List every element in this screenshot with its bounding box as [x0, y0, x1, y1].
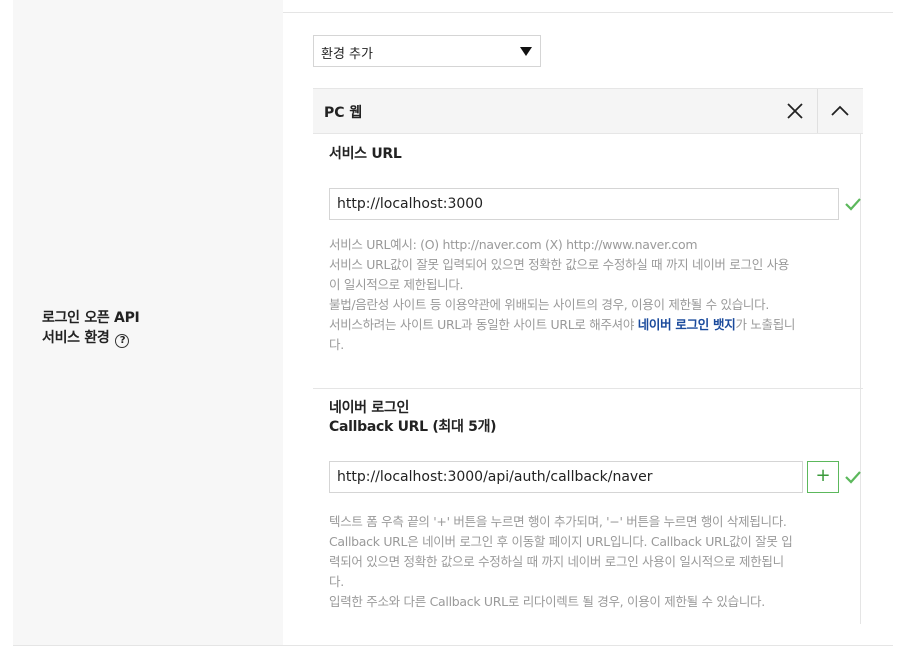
caret-down-icon — [520, 47, 532, 56]
pc-web-panel-header: PC 웹 — [313, 88, 863, 134]
header-separator — [817, 89, 818, 133]
help-line-part: 가 노출됩니 — [735, 317, 796, 332]
help-line: 텍스트 폼 우측 끝의 '+' 버튼을 누르면 행이 추가되며, '−' 버튼을… — [329, 514, 787, 529]
service-url-input[interactable] — [329, 188, 839, 220]
help-line: 다. — [329, 574, 344, 589]
add-callback-url-button[interactable]: + — [807, 461, 839, 493]
callback-url-help: 텍스트 폼 우측 끝의 '+' 버튼을 누르면 행이 추가되며, '−' 버튼을… — [329, 512, 839, 612]
panel-title: PC 웹 — [324, 105, 363, 121]
help-line: 서비스 URL값이 잘못 입력되어 있으면 정확한 값으로 수정하실 때 까지 … — [329, 257, 789, 272]
service-url-help: 서비스 URL예시: (O) http://naver.com (X) http… — [329, 235, 839, 355]
environment-select-value: 환경 추가 — [321, 47, 373, 62]
help-line: 서비스 URL예시: (O) http://naver.com (X) http… — [329, 237, 698, 252]
field-label-line2-wrap: 서비스 환경? — [42, 328, 139, 348]
help-line: 력되어 있으면 정확한 값으로 수정하실 때 까지 네이버 로그인 사용이 일시… — [329, 554, 784, 569]
callback-url-title-line2: Callback URL (최대 5개) — [329, 419, 497, 435]
bottom-divider — [13, 645, 893, 646]
naver-login-badge-link[interactable]: 네이버 로그인 뱃지 — [638, 317, 736, 332]
help-line: Callback URL은 네이버 로그인 후 이동할 페이지 URL입니다. … — [329, 534, 793, 549]
service-url-title: 서비스 URL — [329, 146, 402, 162]
label-column: 로그인 오픈 API 서비스 환경? — [13, 0, 283, 645]
help-line: 서비스하려는 사이트 URL과 동일한 사이트 URL로 해주셔야 네이버 로그… — [329, 315, 839, 335]
field-label: 로그인 오픈 API 서비스 환경? — [42, 308, 140, 348]
help-line: 불법/음란성 사이트 등 이용약관에 위배되는 사이트의 경우, 이용이 제한될… — [329, 297, 769, 312]
field-label-line1: 로그인 오픈 API — [42, 310, 140, 326]
check-icon — [845, 198, 861, 211]
help-line: 다. — [329, 337, 344, 352]
help-line-part: 서비스하려는 사이트 URL과 동일한 사이트 URL로 해주셔야 — [329, 317, 638, 332]
callback-url-title-line1: 네이버 로그인 — [329, 400, 410, 416]
check-icon — [845, 471, 861, 484]
help-line: 이 일시적으로 제한됩니다. — [329, 277, 464, 292]
help-circle-icon[interactable]: ? — [115, 334, 130, 348]
close-icon[interactable] — [783, 99, 807, 123]
help-line: 입력한 주소와 다른 Callback URL로 리다이렉트 될 경우, 이용이… — [329, 594, 765, 609]
callback-url-title: 네이버 로그인 Callback URL (최대 5개) — [329, 399, 497, 437]
environment-select[interactable]: 환경 추가 — [313, 35, 541, 67]
field-label-line2: 서비스 환경 — [42, 330, 110, 346]
callback-url-input[interactable] — [329, 461, 803, 493]
chevron-up-icon[interactable] — [828, 99, 852, 123]
section-divider — [313, 388, 863, 389]
